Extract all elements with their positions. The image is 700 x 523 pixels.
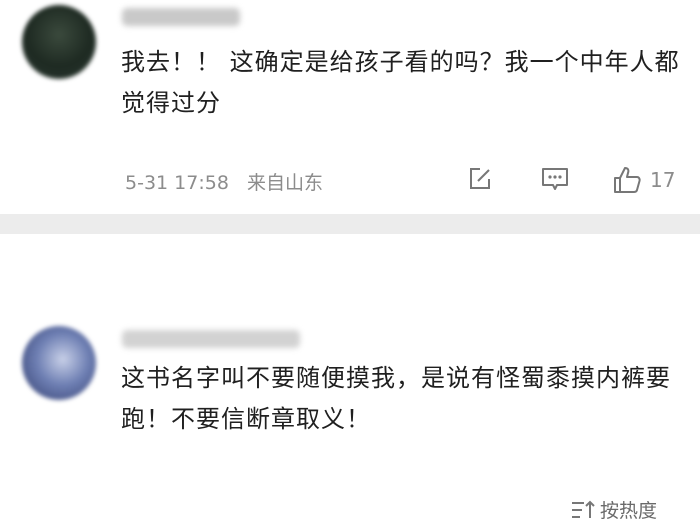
edit-icon: [470, 168, 490, 189]
like-button[interactable]: 17: [612, 165, 675, 195]
comment-date: 5-31 17:58: [125, 172, 229, 194]
comment-text: 我去！！ 这确定是给孩子看的吗？我一个中年人都觉得过分: [121, 48, 680, 117]
username-blurred[interactable]: [122, 330, 300, 348]
comment-icon: [542, 168, 568, 190]
sort-button[interactable]: 按热度: [570, 496, 657, 523]
thumbs-up-icon: [614, 167, 641, 193]
comment-text: 这书名字叫不要随便摸我，是说有怪蜀黍摸内裤要跑！不要信断章取义！: [121, 364, 671, 433]
comment-meta: 5-31 17:58 来自山东: [125, 168, 335, 195]
reply-button[interactable]: [540, 165, 570, 193]
comment-location: 来自山东: [246, 172, 323, 194]
avatar[interactable]: [22, 5, 96, 79]
avatar[interactable]: [22, 326, 96, 400]
username-blurred[interactable]: [122, 8, 240, 26]
sort-icon: [572, 500, 595, 518]
section-divider: [0, 214, 700, 234]
edit-button[interactable]: [466, 165, 494, 193]
sort-label: 按热度: [600, 500, 658, 522]
like-count: 17: [650, 168, 676, 192]
comment-card: 我去！！ 这确定是给孩子看的吗？我一个中年人都觉得过分 5-31 17:58 来…: [0, 0, 700, 214]
